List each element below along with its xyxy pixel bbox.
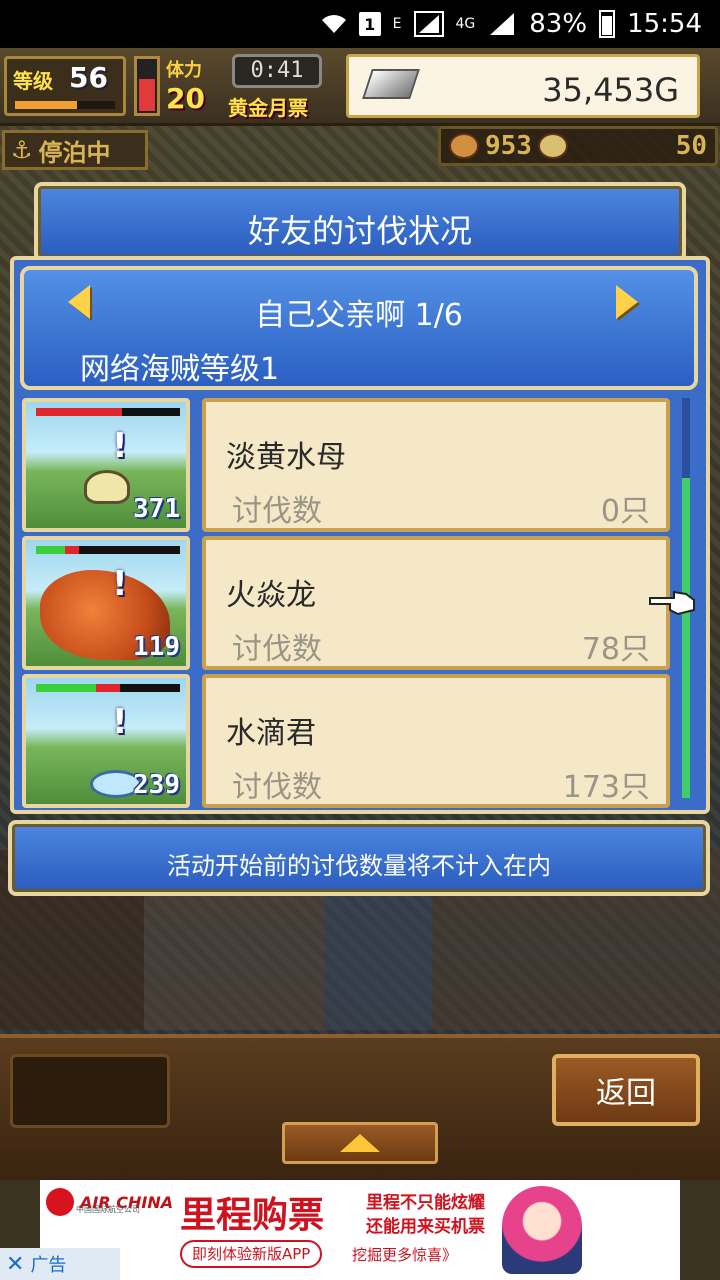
ad-subline-2: 还能用来买机票 [366,1217,485,1237]
gold-pass-label[interactable]: 黄金月票 [228,92,338,121]
kill-count-value: 173只 [562,770,650,805]
signal-icon [413,11,444,37]
air-china-logo-icon [46,1188,74,1216]
anchor-icon: ⚓ [11,136,33,164]
friend-name: 自己父亲啊 1/6 [255,298,463,333]
expand-up-button[interactable] [282,1122,438,1164]
kill-count-label: 讨伐数 [232,632,322,667]
ad-label: 广告 [30,1255,67,1276]
food-icon [449,133,479,159]
gold-box[interactable]: 35,453G [346,54,700,118]
ad-mascot-image [502,1186,582,1274]
level-box: 等级 56 [4,56,126,116]
dialog-title: 好友的讨伐状况 [247,212,472,250]
signal-icon-2 [487,11,517,37]
hp-red [96,684,120,692]
list-item[interactable]: ! 239 水滴君 讨伐数 173只 [22,674,672,808]
hp-red [36,408,123,416]
monster-card: 火焱龙 讨伐数 78只 [202,536,670,670]
ad-headline: 里程购票 [180,1195,325,1236]
kill-count-label: 讨伐数 [232,770,322,805]
list-item[interactable]: ! 119 火焱龙 讨伐数 78只 [22,536,672,670]
next-friend-button[interactable] [612,284,642,320]
monster-name: 淡黄水母 [226,440,346,475]
monster-number: 239 [133,770,180,800]
gold-value: 35,453G [542,71,679,109]
back-button[interactable]: 返回 [552,1054,700,1126]
level-label: 等级 [13,69,53,93]
stamina-value: 20 [166,82,205,115]
resource-2-value: 50 [675,131,707,161]
kill-count-value: 0只 [600,494,650,529]
monster-number: 119 [133,632,180,662]
jellyfish-icon [84,470,130,504]
note-text: 活动开始前的讨伐数量将不计入在内 [167,852,551,880]
kill-count-label: 讨伐数 [232,494,322,529]
empty-slot [10,1054,170,1128]
hp-bar [36,546,180,554]
sim-badge: 1 [358,12,381,36]
friend-header: 自己父亲啊 1/6 网络海贼等级1 [20,266,698,390]
ad-subline-1: 里程不只能炫耀 [366,1193,485,1213]
pointing-hand-icon [649,590,695,616]
silver-bar-icon [362,69,420,99]
battery-percent: 83% [529,9,588,39]
alert-icon: ! [112,702,128,742]
hp-red [64,546,80,554]
ad-banner[interactable]: AIR CHINA 中国国际航空公司 里程购票 里程不只能炫耀 还能用来买机票 … [40,1180,680,1280]
monster-name: 火焱龙 [226,578,316,613]
docked-status[interactable]: ⚓ 停泊中 [2,130,148,170]
stamina-timer: 0:41 [232,54,322,88]
kill-count-value: 78只 [581,632,650,667]
hp-bar [36,408,180,416]
ad-brand-sub: 中国国际航空公司 [76,1205,140,1214]
alert-icon: ! [112,564,128,604]
pirate-level: 网络海贼等级1 [80,352,280,387]
alert-icon: ! [112,426,128,466]
docked-label: 停泊中 [38,138,111,167]
stamina-label: 体力 [166,60,202,81]
close-icon: ✕ [6,1251,25,1277]
hp-bar [36,684,180,692]
clock: 15:54 [627,9,702,39]
monster-thumbnail: ! 119 [22,536,190,670]
coin-icon [537,133,568,159]
network-4g-label: 4G [455,16,476,32]
ad-more-link[interactable]: 挖掘更多惊喜》 [352,1244,457,1265]
ad-close-button[interactable]: ✕ 广告 [0,1248,120,1280]
monster-thumbnail: ! 239 [22,674,190,808]
monster-card: 淡黄水母 讨伐数 0只 [202,398,670,532]
monster-number: 371 [133,494,180,524]
list-item[interactable]: ! 371 淡黄水母 讨伐数 0只 [22,398,672,532]
monster-thumbnail: ! 371 [22,398,190,532]
note-panel: 活动开始前的讨伐数量将不计入在内 [8,820,710,896]
monster-card: 水滴君 讨伐数 173只 [202,674,670,808]
scrollbar-thumb[interactable] [682,478,690,798]
hp-green [36,546,65,554]
dialog-title-panel: 好友的讨伐状况 [34,182,686,262]
wifi-icon [321,13,347,35]
level-value: 56 [69,61,108,94]
battery-icon [599,10,616,38]
stamina-box[interactable]: 体力 20 [166,56,228,116]
exp-bar [15,101,115,109]
status-bar: 1 E 4G 83% 15:54 [0,0,720,48]
resource-1-value: 953 [485,131,532,161]
hp-green [36,684,97,692]
stamina-gauge [134,56,160,116]
monster-name: 水滴君 [226,716,316,751]
resource-bar: 953 50 [438,126,718,166]
network-e-label: E [392,16,402,32]
ad-cta-button[interactable]: 即刻体验新版APP [180,1240,323,1268]
